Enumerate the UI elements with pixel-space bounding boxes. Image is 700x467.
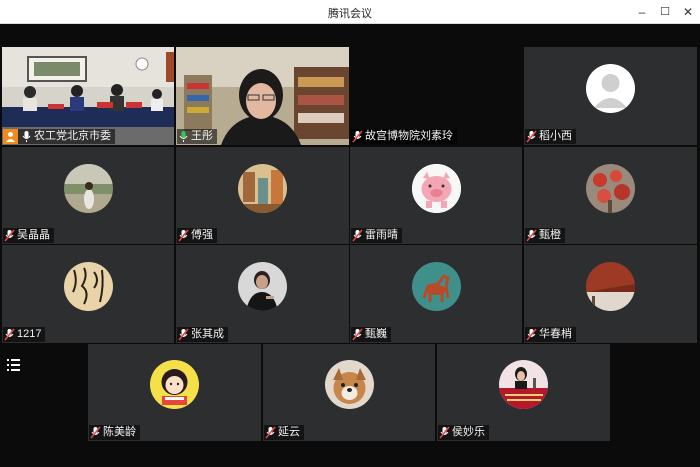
window-title: 腾讯会议: [328, 8, 372, 20]
participant-name: 张其成: [191, 328, 224, 340]
cartoon-girl-avatar: [150, 360, 199, 409]
participant-namebar: 张其成: [177, 327, 228, 342]
participant-name: 陈美龄: [103, 426, 136, 438]
participant-name: 侯妙乐: [452, 426, 485, 438]
close-button[interactable]: ✕: [679, 3, 697, 21]
participant-namebar: 延云: [264, 425, 304, 440]
participant-tile-9[interactable]: 张其成: [176, 245, 349, 343]
calligraphy-avatar: [64, 262, 113, 311]
participant-tile-6[interactable]: 雷雨晴: [350, 147, 522, 244]
participant-namebar: 甄巍: [351, 327, 391, 342]
garden-photo-avatar: [64, 164, 113, 213]
video-grid: 农工党北京市委 王彤 故宫博物院刘素玲 稻小西 吴晶晶 傅强 雷雨晴 甄橙 12…: [0, 24, 700, 467]
participant-tile-13[interactable]: 延云: [263, 344, 435, 441]
participant-tile-8[interactable]: 1217: [2, 245, 174, 343]
participant-namebar: 王彤: [177, 129, 217, 144]
participant-tile-4[interactable]: 吴晶晶: [2, 147, 174, 244]
microphone-muted-icon: [352, 229, 363, 242]
participant-tile-5[interactable]: 傅强: [176, 147, 349, 244]
participant-namebar: 侯妙乐: [438, 425, 489, 440]
man-portrait-avatar: [238, 262, 287, 311]
participant-name: 甄橙: [539, 229, 561, 241]
minimize-button[interactable]: –: [633, 3, 651, 21]
participant-namebar: 稻小西: [525, 129, 576, 144]
painting-avatar: [238, 164, 287, 213]
horse-painting-avatar: [412, 262, 461, 311]
participant-tile-3[interactable]: 稻小西: [524, 47, 697, 145]
participant-tile-11[interactable]: 华春梢: [524, 245, 697, 343]
participant-tile-2[interactable]: 故宫博物院刘素玲: [350, 47, 522, 145]
microphone-muted-icon: [526, 229, 537, 242]
puppy-avatar: [325, 360, 374, 409]
participant-namebar: 农工党北京市委: [3, 129, 115, 144]
red-wall-avatar: [586, 262, 635, 311]
participant-name: 吴晶晶: [17, 229, 50, 241]
participant-name: 延云: [278, 426, 300, 438]
participant-name: 农工党北京市委: [34, 130, 111, 142]
participant-name: 雷雨晴: [365, 229, 398, 241]
title-bar: 腾讯会议 – ☐ ✕: [0, 0, 700, 24]
lecturer-avatar: [499, 360, 548, 409]
participant-list-icon[interactable]: [6, 357, 22, 373]
pink-pig-avatar: [412, 164, 461, 213]
microphone-muted-icon: [178, 328, 189, 341]
participant-tile-7[interactable]: 甄橙: [524, 147, 697, 244]
host-icon: [3, 129, 18, 144]
participant-tile-1[interactable]: 王彤: [176, 47, 349, 145]
participant-name: 王彤: [191, 130, 213, 142]
microphone-muted-icon: [90, 426, 101, 439]
microphone-muted-icon: [526, 130, 537, 143]
microphone-icon: [22, 131, 31, 142]
microphone-muted-icon: [4, 229, 15, 242]
participant-name: 故宫博物院刘素玲: [365, 130, 453, 142]
participant-namebar: 甄橙: [525, 228, 565, 243]
microphone-muted-icon: [265, 426, 276, 439]
participant-namebar: 吴晶晶: [3, 228, 54, 243]
microphone-muted-icon: [4, 328, 15, 341]
participant-namebar: 雷雨晴: [351, 228, 402, 243]
participant-tile-0[interactable]: 农工党北京市委: [2, 47, 174, 145]
microphone-muted-icon: [526, 328, 537, 341]
participant-namebar: 华春梢: [525, 327, 576, 342]
participant-tile-12[interactable]: 陈美龄: [88, 344, 261, 441]
microphone-muted-icon: [352, 328, 363, 341]
meeting-window: 腾讯会议 – ☐ ✕ 农工党北京市委 王彤 故宫博物院刘素玲 稻小西 吴晶晶 傅…: [0, 0, 700, 467]
microphone-muted-icon: [178, 229, 189, 242]
participant-name: 1217: [17, 328, 42, 340]
participant-namebar: 陈美龄: [89, 425, 140, 440]
default-user-avatar: [586, 64, 635, 113]
red-flowers-avatar: [586, 164, 635, 213]
participant-name: 华春梢: [539, 328, 572, 340]
microphone-muted-icon: [352, 130, 363, 143]
participant-name: 甄巍: [365, 328, 387, 340]
participant-name: 稻小西: [539, 130, 572, 142]
participant-namebar: 故宫博物院刘素玲: [351, 129, 457, 144]
maximize-button[interactable]: ☐: [656, 3, 674, 21]
participant-tile-14[interactable]: 侯妙乐: [437, 344, 610, 441]
participant-namebar: 傅强: [177, 228, 217, 243]
participant-tile-10[interactable]: 甄巍: [350, 245, 522, 343]
participant-name: 傅强: [191, 229, 213, 241]
participant-namebar: 1217: [3, 327, 46, 342]
microphone-icon: [179, 131, 188, 142]
microphone-muted-icon: [439, 426, 450, 439]
